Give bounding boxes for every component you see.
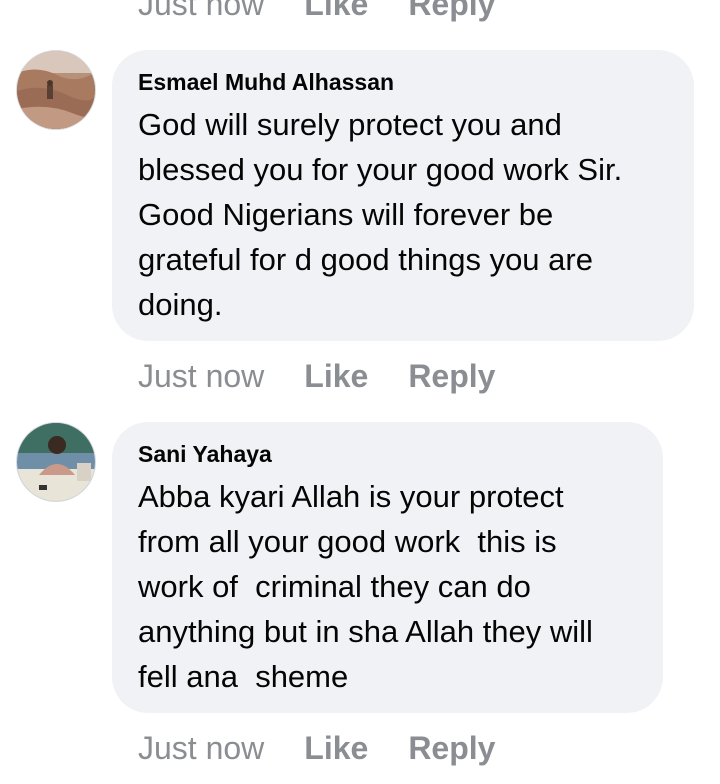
avatar[interactable] [16, 50, 96, 130]
comment-bubble: Esmael Muhd Alhassan God will surely pro… [112, 50, 694, 341]
like-button[interactable]: Like [304, 356, 368, 396]
comment-actions-previous: Just now Like Reply [138, 0, 535, 24]
comment-text: God will surely protect you and blessed … [138, 107, 623, 322]
reply-button[interactable]: Reply [408, 356, 495, 396]
reply-button[interactable]: Reply [408, 728, 495, 768]
like-button[interactable]: Like [304, 0, 368, 24]
comment-actions: Just now Like Reply [138, 356, 535, 396]
user-photo-desert-icon [17, 51, 95, 129]
comment-timestamp: Just now [138, 730, 265, 766]
comment-author[interactable]: Sani Yahaya [138, 440, 637, 468]
comment-bubble: Sani Yahaya Abba kyari Allah is your pro… [112, 422, 663, 713]
like-button[interactable]: Like [304, 728, 368, 768]
comment-timestamp: Just now [138, 0, 265, 22]
comment-author[interactable]: Esmael Muhd Alhassan [138, 68, 668, 96]
user-photo-office-icon [17, 423, 95, 501]
comment-text: Abba kyari Allah is your protect from al… [138, 479, 593, 694]
avatar[interactable] [16, 422, 96, 502]
comment-timestamp: Just now [138, 358, 265, 394]
comment-actions: Just now Like Reply [138, 728, 535, 768]
reply-button[interactable]: Reply [408, 0, 495, 24]
